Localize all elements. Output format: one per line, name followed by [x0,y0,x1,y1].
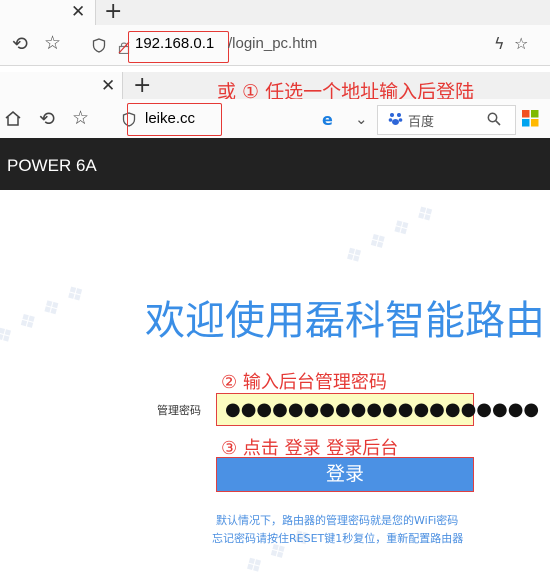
chevron-down-icon[interactable]: ⌄ [355,112,368,127]
login-button[interactable]: 登录 [216,457,474,492]
undo-icon[interactable]: ⟲ [39,110,55,129]
plus-icon[interactable]: + [133,75,151,97]
plus-icon[interactable]: + [104,1,122,23]
annotation-step2: ② 输入后台管理密码 [221,372,387,393]
close-icon[interactable]: ✕ [101,78,115,95]
baidu-icon [388,111,403,130]
password-label: 管理密码 [157,404,201,417]
password-value: ●●●●●●●●●●●●●●●●●●●● [225,399,540,420]
router-model-name: POWER 6A [7,156,97,175]
star-icon[interactable]: ☆ [72,109,89,128]
info-text-line1: 默认情况下，路由器的管理密码就是您的WiFi密码 [216,514,459,527]
star-icon[interactable]: ☆ [44,34,61,53]
watermark-logo: ❖ ❖ ❖ ❖ [340,199,441,272]
address-bar-host[interactable]: 192.168.0.1 [135,35,214,52]
apps-icon[interactable] [522,110,539,131]
home-icon[interactable] [4,110,22,131]
undo-icon[interactable]: ⟲ [12,35,28,54]
svg-text:e: e [322,111,333,127]
star-icon[interactable]: ☆ [514,36,528,52]
shield-icon [92,38,106,57]
watermark-logo: ❖ ❖ ❖ ❖ [0,279,91,352]
search-icon[interactable] [487,111,501,130]
welcome-heading: 欢迎使用磊科智能路由 [145,298,545,344]
address-bar[interactable]: leike.cc [145,110,195,127]
bolt-icon[interactable]: ϟ [494,36,505,52]
address-bar-path[interactable]: /login_pc.htm [228,35,317,52]
close-icon[interactable]: ✕ [71,4,85,21]
search-engine-label: 百度 [408,115,435,130]
ie-icon[interactable]: e [321,110,337,131]
info-text-line2: 忘记密码请按住RESET键1秒复位，重新配置路由器 [212,532,464,545]
